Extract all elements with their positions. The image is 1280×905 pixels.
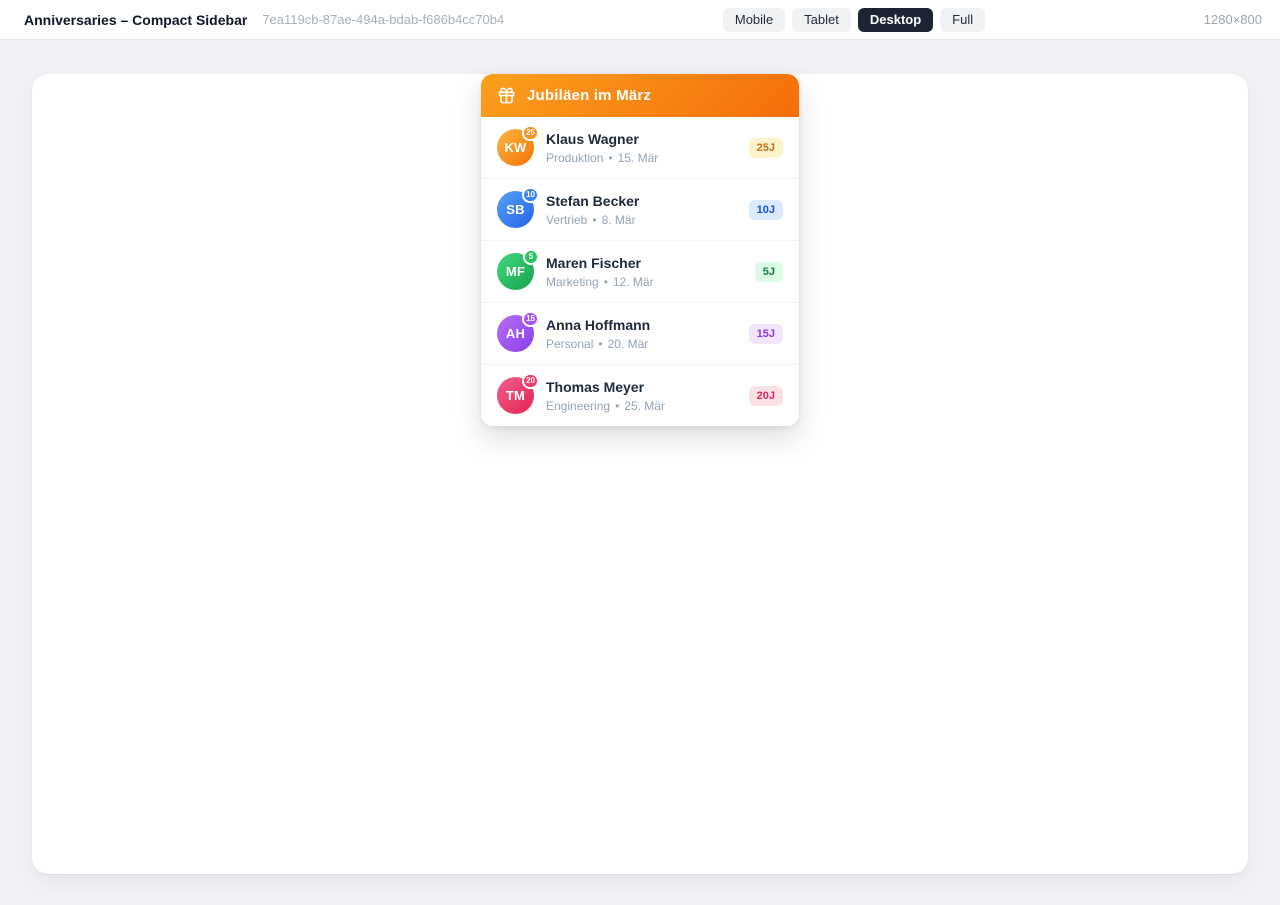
widget-title: Jubiläen im März bbox=[527, 87, 651, 104]
avatar-initials: KW bbox=[504, 140, 526, 155]
person-meta: Vertrieb • 8. Mär bbox=[546, 213, 639, 227]
viewport-button-mobile[interactable]: Mobile bbox=[723, 8, 785, 32]
person-date: 20. Mär bbox=[608, 337, 649, 351]
person-meta: Engineering • 25. Mär bbox=[546, 399, 665, 413]
viewport-button-tablet[interactable]: Tablet bbox=[792, 8, 851, 32]
avatar-years-dot: 5 bbox=[523, 249, 539, 265]
anniversary-row[interactable]: MF 5 Maren Fischer Marketing • 12. Mär 5… bbox=[481, 240, 799, 302]
years-badge: 15J bbox=[749, 324, 783, 344]
viewport-buttons: Mobile Tablet Desktop Full bbox=[723, 8, 985, 32]
preview-canvas: Jubiläen im März KW 25 Klaus Wagner Prod… bbox=[32, 74, 1248, 874]
anniversary-row[interactable]: KW 25 Klaus Wagner Produktion • 15. Mär … bbox=[481, 117, 799, 178]
meta-separator: • bbox=[615, 399, 619, 413]
avatar-initials: MF bbox=[506, 264, 525, 279]
years-badge: 5J bbox=[755, 262, 783, 282]
years-badge: 10J bbox=[749, 200, 783, 220]
gift-icon bbox=[497, 86, 516, 105]
avatar-initials: TM bbox=[506, 388, 525, 403]
person-department: Engineering bbox=[546, 399, 610, 413]
person-name: Maren Fischer bbox=[546, 255, 654, 272]
viewport-button-desktop[interactable]: Desktop bbox=[858, 8, 933, 32]
person-meta: Produktion • 15. Mär bbox=[546, 151, 658, 165]
meta-separator: • bbox=[608, 151, 612, 165]
person-department: Personal bbox=[546, 337, 593, 351]
years-badge: 20J bbox=[749, 386, 783, 406]
person-info: Thomas Meyer Engineering • 25. Mär bbox=[546, 379, 665, 413]
avatar-years-dot: 25 bbox=[522, 125, 539, 141]
person-name: Klaus Wagner bbox=[546, 131, 658, 148]
person-info: Anna Hoffmann Personal • 20. Mär bbox=[546, 317, 650, 351]
avatar-years-dot: 20 bbox=[522, 373, 539, 389]
person-department: Produktion bbox=[546, 151, 603, 165]
person-department: Vertrieb bbox=[546, 213, 587, 227]
anniversaries-widget: Jubiläen im März KW 25 Klaus Wagner Prod… bbox=[481, 74, 799, 426]
person-info: Maren Fischer Marketing • 12. Mär bbox=[546, 255, 654, 289]
page-title: Anniversaries – Compact Sidebar bbox=[24, 12, 247, 28]
avatar: KW 25 bbox=[497, 129, 534, 166]
anniversary-row[interactable]: TM 20 Thomas Meyer Engineering • 25. Mär… bbox=[481, 364, 799, 426]
meta-separator: • bbox=[598, 337, 602, 351]
component-uuid: 7ea119cb-87ae-494a-bdab-f686b4cc70b4 bbox=[262, 12, 504, 27]
person-date: 25. Mär bbox=[624, 399, 665, 413]
avatar: SB 10 bbox=[497, 191, 534, 228]
widget-header: Jubiläen im März bbox=[481, 74, 799, 117]
person-date: 8. Mär bbox=[602, 213, 636, 227]
person-date: 15. Mär bbox=[618, 151, 659, 165]
avatar-initials: SB bbox=[506, 202, 524, 217]
avatar-years-dot: 10 bbox=[522, 187, 539, 203]
avatar: AH 15 bbox=[497, 315, 534, 352]
person-date: 12. Mär bbox=[613, 275, 654, 289]
anniversary-row[interactable]: AH 15 Anna Hoffmann Personal • 20. Mär 1… bbox=[481, 302, 799, 364]
meta-separator: • bbox=[604, 275, 608, 289]
avatar-initials: AH bbox=[506, 326, 525, 341]
viewport-button-full[interactable]: Full bbox=[940, 8, 985, 32]
avatar: TM 20 bbox=[497, 377, 534, 414]
person-name: Stefan Becker bbox=[546, 193, 639, 210]
avatar: MF 5 bbox=[497, 253, 534, 290]
viewport-size-label: 1280×800 bbox=[1204, 12, 1262, 27]
person-department: Marketing bbox=[546, 275, 599, 289]
meta-separator: • bbox=[592, 213, 596, 227]
person-name: Thomas Meyer bbox=[546, 379, 665, 396]
person-info: Klaus Wagner Produktion • 15. Mär bbox=[546, 131, 658, 165]
topbar: Anniversaries – Compact Sidebar 7ea119cb… bbox=[0, 0, 1280, 40]
person-meta: Personal • 20. Mär bbox=[546, 337, 650, 351]
anniversary-row[interactable]: SB 10 Stefan Becker Vertrieb • 8. Mär 10… bbox=[481, 178, 799, 240]
person-meta: Marketing • 12. Mär bbox=[546, 275, 654, 289]
person-name: Anna Hoffmann bbox=[546, 317, 650, 334]
avatar-years-dot: 15 bbox=[522, 311, 539, 327]
years-badge: 25J bbox=[749, 138, 783, 158]
anniversary-list: KW 25 Klaus Wagner Produktion • 15. Mär … bbox=[481, 117, 799, 426]
person-info: Stefan Becker Vertrieb • 8. Mär bbox=[546, 193, 639, 227]
